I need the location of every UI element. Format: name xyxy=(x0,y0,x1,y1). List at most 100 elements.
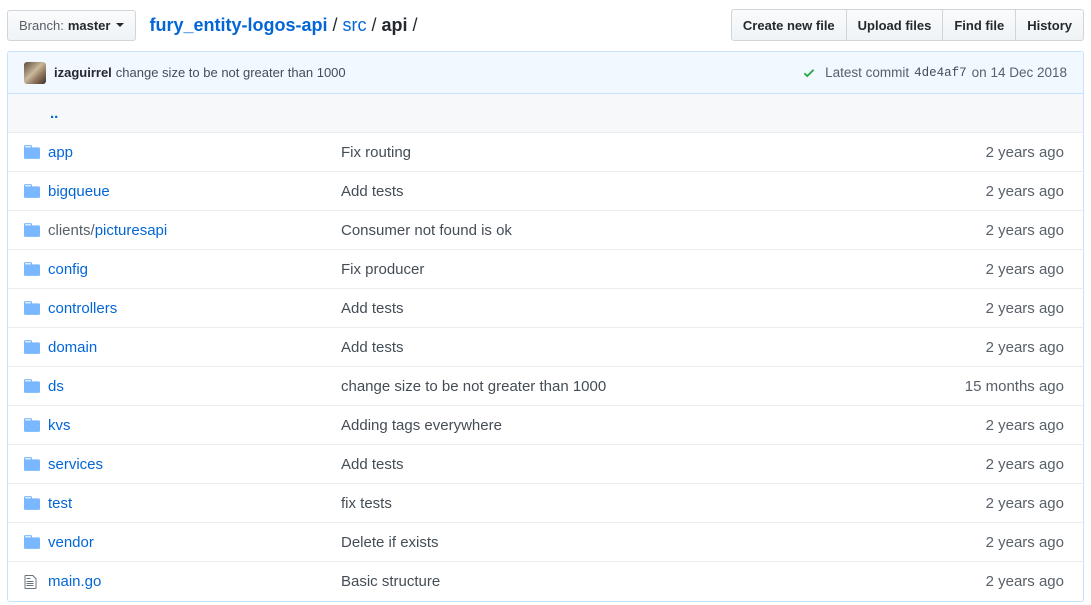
file-commit-message-link[interactable]: fix tests xyxy=(341,495,392,512)
file-commit-message-link[interactable]: Consumer not found is ok xyxy=(341,222,512,239)
folder-icon xyxy=(8,301,48,315)
top-bar: Branch: master fury_entity-logos-api / s… xyxy=(7,9,1084,41)
file-commit-message-link[interactable]: Fix routing xyxy=(341,144,411,161)
file-name-link[interactable]: vendor xyxy=(48,534,94,551)
file-list: app Fix routing 2 years ago bigqueue Add tes… xyxy=(8,133,1083,601)
file-commit-message: Add tests xyxy=(341,456,873,473)
branch-prefix: Branch: xyxy=(19,17,64,33)
file-row[interactable]: ds change size to be not greater than 100… xyxy=(8,367,1083,406)
file-actions-group: Create new file Upload files Find file H… xyxy=(730,9,1084,41)
file-row[interactable]: main.go Basic structure 2 years ago xyxy=(8,562,1083,601)
file-age: 2 years ago xyxy=(985,533,1064,551)
file-name-cell: ds xyxy=(48,378,341,395)
file-name-cell: config xyxy=(48,261,341,278)
file-name-cell: domain xyxy=(48,339,341,356)
file-commit-message-link[interactable]: Basic structure xyxy=(341,573,440,590)
latest-commit-bar: izaguirrel change size to be not greater… xyxy=(8,52,1083,94)
file-name-link[interactable]: domain xyxy=(48,339,97,356)
history-button[interactable]: History xyxy=(1015,9,1084,41)
file-commit-message-link[interactable]: Add tests xyxy=(341,456,404,473)
check-icon xyxy=(803,68,815,77)
file-name-cell: main.go xyxy=(48,573,341,590)
folder-icon xyxy=(8,262,48,276)
file-age: 2 years ago xyxy=(985,299,1064,317)
file-row[interactable]: services Add tests 2 years ago xyxy=(8,445,1083,484)
file-age: 2 years ago xyxy=(985,416,1064,434)
parent-directory-row[interactable]: .. xyxy=(8,94,1083,133)
file-name-cell: app xyxy=(48,144,341,161)
file-name-link[interactable]: bigqueue xyxy=(48,183,110,200)
latest-commit-info: Latest commit 4de4af7 on 14 Dec 2018 xyxy=(802,65,1067,80)
commit-sha-link[interactable]: 4de4af7 xyxy=(914,66,967,80)
file-commit-message-link[interactable]: Delete if exists xyxy=(341,534,439,551)
commit-message-link[interactable]: change size to be not greater than 1000 xyxy=(116,65,346,80)
file-commit-message-link[interactable]: Add tests xyxy=(341,339,404,356)
avatar[interactable] xyxy=(24,61,46,84)
breadcrumb-repo-link[interactable]: fury_entity-logos-api xyxy=(149,15,327,36)
file-name-link[interactable]: picturesapi xyxy=(95,222,168,239)
folder-icon xyxy=(8,457,48,471)
file-name-link[interactable]: test xyxy=(48,495,72,512)
file-name-cell: test xyxy=(48,495,341,512)
file-commit-message: change size to be not greater than 1000 xyxy=(341,378,873,395)
file-name-link[interactable]: controllers xyxy=(48,300,117,317)
file-row[interactable]: vendor Delete if exists 2 years ago xyxy=(8,523,1083,562)
file-name-link[interactable]: main.go xyxy=(48,573,101,590)
file-name-link[interactable]: kvs xyxy=(48,417,71,434)
file-commit-message: Adding tags everywhere xyxy=(341,417,873,434)
file-commit-message: fix tests xyxy=(341,495,873,512)
file-name-link[interactable]: services xyxy=(48,456,103,473)
breadcrumb: fury_entity-logos-api / src / api / xyxy=(149,15,422,36)
folder-icon xyxy=(8,223,48,237)
file-commit-message: Add tests xyxy=(341,339,873,356)
latest-commit-label: Latest commit xyxy=(825,65,910,80)
file-commit-message: Add tests xyxy=(341,183,873,200)
file-name-link[interactable]: app xyxy=(48,144,73,161)
file-age: 2 years ago xyxy=(985,143,1064,161)
breadcrumb-separator: / xyxy=(412,14,418,35)
breadcrumb-src-link[interactable]: src xyxy=(342,15,366,36)
upload-files-button[interactable]: Upload files xyxy=(845,9,944,41)
file-table: izaguirrel change size to be not greater… xyxy=(7,51,1084,602)
file-row[interactable]: test fix tests 2 years ago xyxy=(8,484,1083,523)
file-name-link[interactable]: ds xyxy=(48,378,64,395)
file-path-prefix: clients/ xyxy=(48,221,95,239)
file-row[interactable]: domain Add tests 2 years ago xyxy=(8,328,1083,367)
file-row[interactable]: clients/picturesapi Consumer not found is… xyxy=(8,211,1083,250)
file-commit-message: Delete if exists xyxy=(341,534,873,551)
file-row[interactable]: kvs Adding tags everywhere 2 years ago xyxy=(8,406,1083,445)
caret-down-icon xyxy=(116,23,125,27)
file-commit-message-link[interactable]: change size to be not greater than 1000 xyxy=(341,378,606,395)
file-name-cell: clients/picturesapi xyxy=(48,222,341,239)
folder-icon xyxy=(8,340,48,354)
file-commit-message-link[interactable]: Add tests xyxy=(341,300,404,317)
file-name-link[interactable]: config xyxy=(48,261,88,278)
file-commit-message: Consumer not found is ok xyxy=(341,222,873,239)
file-commit-message-link[interactable]: Adding tags everywhere xyxy=(341,417,502,434)
file-name-cell: bigqueue xyxy=(48,183,341,200)
file-commit-message: Add tests xyxy=(341,300,873,317)
file-commit-message-link[interactable]: Fix producer xyxy=(341,261,424,278)
commit-date: on 14 Dec 2018 xyxy=(971,65,1067,80)
create-new-file-button[interactable]: Create new file xyxy=(730,9,847,41)
folder-icon xyxy=(8,379,48,393)
file-commit-message-link[interactable]: Add tests xyxy=(341,183,404,200)
file-row[interactable]: controllers Add tests 2 years ago xyxy=(8,289,1083,328)
file-row[interactable]: app Fix routing 2 years ago xyxy=(8,133,1083,172)
find-file-button[interactable]: Find file xyxy=(942,9,1017,41)
file-icon xyxy=(8,574,48,590)
file-age: 2 years ago xyxy=(985,221,1064,239)
file-row[interactable]: bigqueue Add tests 2 years ago xyxy=(8,172,1083,211)
commit-author-link[interactable]: izaguirrel xyxy=(54,65,112,80)
file-age: 2 years ago xyxy=(985,260,1064,278)
folder-icon xyxy=(8,418,48,432)
branch-select-button[interactable]: Branch: master xyxy=(7,9,137,41)
file-age: 2 years ago xyxy=(985,182,1064,200)
file-age: 2 years ago xyxy=(985,573,1064,590)
file-commit-message: Fix routing xyxy=(341,144,873,161)
file-row[interactable]: config Fix producer 2 years ago xyxy=(8,250,1083,289)
parent-directory-link[interactable]: .. xyxy=(50,105,58,122)
breadcrumb-separator: / xyxy=(371,14,377,35)
file-age: 2 years ago xyxy=(985,338,1064,356)
folder-icon xyxy=(8,535,48,549)
